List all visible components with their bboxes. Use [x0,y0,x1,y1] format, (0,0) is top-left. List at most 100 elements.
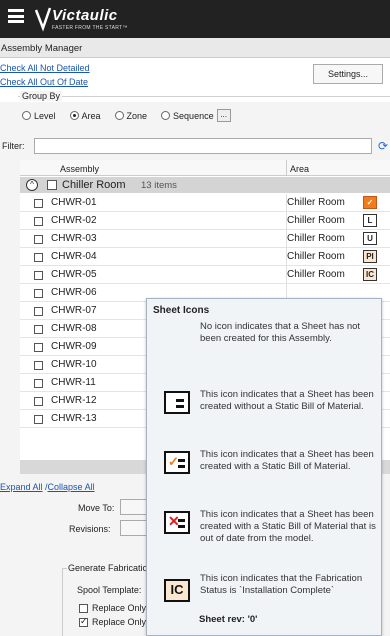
group-by-sequence[interactable]: Sequence ... [161,109,231,122]
tooltip-text-sheet-out-of-date: This icon indicates that a Sheet has bee… [200,509,376,544]
group-name: Chiller Room [62,179,126,191]
table-row[interactable]: CHWR-04 Chiller Room PI [20,248,390,266]
table-row[interactable]: CHWR-05 Chiller Room IC [20,266,390,284]
assembly-name: CHWR-09 [51,341,97,352]
replace-only-option-1[interactable]: Replace Only [79,603,146,613]
sheet-icons-tooltip: Sheet Icons No icon indicates that a She… [146,298,382,636]
replace-only-checkbox-1[interactable] [79,603,88,613]
area-name: Chiller Room [287,215,345,226]
assembly-name: CHWR-10 [51,359,97,370]
assembly-name: CHWR-04 [51,251,97,262]
settings-button[interactable]: Settings... [313,64,383,84]
refresh-icon[interactable]: ⟳ [378,139,388,153]
assembly-name: CHWR-01 [51,197,97,208]
assembly-name: CHWR-07 [51,305,97,316]
filter-label: Filter: [2,141,25,151]
logo-tagline: FASTER FROM THE START™ [52,25,128,31]
collapse-group-icon[interactable]: ^ [26,179,38,191]
sheet-status-icon[interactable]: U [363,232,377,245]
expand-all-link[interactable]: Expand All [0,482,43,492]
sheet-out-of-date-icon: ✕ [164,511,190,534]
filter-input[interactable] [34,138,372,154]
row-checkbox[interactable] [34,415,43,424]
group-by-level[interactable]: Level [22,111,56,121]
menu-icon[interactable] [8,9,24,23]
row-checkbox[interactable] [34,271,43,280]
collapse-all-link[interactable]: Collapse All [48,482,95,492]
area-name: Chiller Room [287,197,345,208]
column-divider [286,160,287,176]
window-title: Assembly Manager [0,38,390,58]
spool-template-label: Spool Template: [77,585,142,595]
assembly-name: CHWR-13 [51,413,97,424]
sheet-status-icon[interactable]: IC [363,268,377,281]
table-row[interactable]: CHWR-03 Chiller Room U [20,230,390,248]
tooltip-text-no-icon: No icon indicates that a Sheet has not b… [200,321,361,344]
expand-collapse-links: Expand All /Collapse All [0,482,95,492]
app-header: Victaulic FASTER FROM THE START™ [0,0,390,38]
row-checkbox[interactable] [34,379,43,388]
tooltip-title: Sheet Icons [153,305,210,316]
check-all-not-detailed-link[interactable]: Check All Not Detailed [0,63,90,73]
group-by-label: Group By [20,91,63,101]
sheet-icon [164,391,190,414]
group-by-area[interactable]: Area [69,111,101,121]
revisions-label: Revisions: [69,524,111,534]
row-checkbox[interactable] [34,397,43,406]
radio-icon[interactable] [161,111,171,120]
radio-icon[interactable] [114,111,124,120]
tooltip-text-sheet-check: This icon indicates that a Sheet has bee… [200,449,374,472]
group-by-options: Level Area Zone Sequence ... [22,109,231,122]
assembly-name: CHWR-11 [51,377,96,388]
row-checkbox[interactable] [34,307,43,316]
tooltip-text-installation-complete: This icon indicates that the Fabrication… [200,573,363,596]
revisions-dropdown[interactable] [120,520,148,536]
sheet-status-icon[interactable]: L [363,214,377,227]
replace-only-label-1: Replace Only [92,603,147,613]
sheet-status-icon[interactable]: PI [363,250,377,263]
row-checkbox[interactable] [34,199,43,208]
tooltip-text-sheet: This icon indicates that a Sheet has bee… [200,389,374,412]
grid-header: Assembly Area [20,160,390,176]
sheet-check-icon: ✓ [164,451,190,474]
row-checkbox[interactable] [34,253,43,262]
sheet-rev: Sheet rev: '0' [199,614,258,625]
row-checkbox[interactable] [34,343,43,352]
column-header-assembly[interactable]: Assembly [60,164,99,174]
column-header-area[interactable]: Area [290,164,309,174]
assembly-name: CHWR-08 [51,323,97,334]
group-checkbox[interactable] [47,180,57,190]
row-checkbox[interactable] [34,235,43,244]
area-name: Chiller Room [287,269,345,280]
assembly-name: CHWR-05 [51,269,97,280]
radio-icon[interactable] [22,111,31,120]
row-checkbox[interactable] [34,361,43,370]
table-row[interactable]: CHWR-01 Chiller Room ✓ [20,194,390,212]
group-by-zone[interactable]: Zone [114,111,147,121]
check-all-out-of-date-link[interactable]: Check All Out Of Date [0,77,88,87]
group-by-box: Group By Level Area Zone Sequence ... [18,91,390,128]
generate-fabrication-title: Generate Fabrication [67,563,154,573]
assembly-name: CHWR-06 [51,287,97,298]
move-to-dropdown[interactable] [120,499,148,515]
logo-text: Victaulic [52,7,118,24]
replace-only-checkbox-2[interactable] [79,616,88,627]
table-row[interactable]: CHWR-02 Chiller Room L [20,212,390,230]
assembly-name: CHWR-03 [51,233,97,244]
assembly-name: CHWR-02 [51,215,97,226]
move-to-label: Move To: [78,503,115,513]
victaulic-logo: Victaulic FASTER FROM THE START™ [34,6,134,32]
row-checkbox[interactable] [34,289,43,298]
replace-only-label-2: Replace Only [92,617,147,627]
sheet-status-icon[interactable]: ✓ [363,196,377,209]
group-row: ^ Chiller Room 13 items [20,177,390,193]
installation-complete-icon: IC [164,579,190,602]
assembly-name: CHWR-12 [51,395,97,406]
group-count: 13 items [141,180,177,191]
row-checkbox[interactable] [34,325,43,334]
radio-selected-icon[interactable] [69,111,79,120]
replace-only-option-2[interactable]: Replace Only [79,616,147,627]
row-checkbox[interactable] [34,217,43,226]
area-name: Chiller Room [287,233,345,244]
sequence-more-button[interactable]: ... [216,109,231,122]
